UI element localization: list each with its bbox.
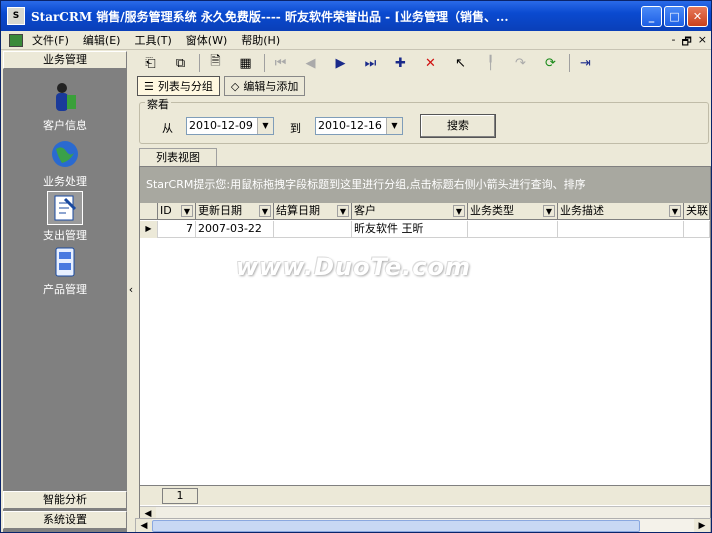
maximize-button[interactable]: □ <box>664 6 685 27</box>
customer-person-icon <box>48 81 82 115</box>
mdi-minimize-button[interactable]: - <box>671 33 675 52</box>
app-window: S StarCRM 销售/服务管理系统 永久免费版---- 昕友软件荣誉出品 -… <box>0 0 712 533</box>
report-icon[interactable]: 🗎 <box>204 52 227 74</box>
window-horizontal-scrollbar[interactable]: ◀ ▶ <box>135 518 711 532</box>
current-row-indicator-icon: ▶ <box>140 221 158 238</box>
sidebar-section-analytics[interactable]: 智能分析 <box>3 491 127 509</box>
mdi-close-button[interactable]: × <box>698 33 707 52</box>
collapse-arrow-icon[interactable]: ‹ <box>127 283 135 296</box>
toolbar: ⎗ ⧉ 🗎 ▦ ⏮ ◀ ▶ ⏭ ✚ ✕ ↖ ╿ ↷ ⟳ ⇥ <box>135 51 711 75</box>
column-header-related[interactable]: 关联 <box>684 203 710 220</box>
pin-icon[interactable]: ╿ <box>479 52 502 74</box>
search-button[interactable]: 搜索 <box>420 114 496 138</box>
mdi-restore-button[interactable]: 🗗 <box>681 33 691 52</box>
to-label: 到 <box>290 122 301 135</box>
cell-id[interactable]: 7 <box>158 221 196 238</box>
group-by-panel[interactable]: StarCRM提示您:用鼠标拖拽字段标题到这里进行分组,点击标题右侧小箭头进行查… <box>140 167 710 203</box>
globe-icon <box>48 137 82 171</box>
grid-footer: 1 <box>140 485 710 505</box>
exit-icon[interactable]: ⇥ <box>574 52 597 74</box>
sidebar-item-label: 产品管理 <box>43 283 87 296</box>
cell-customer[interactable]: 昕友软件 王昕 <box>352 221 468 238</box>
list-icon: ☰ <box>144 79 154 93</box>
row-count: 1 <box>162 488 198 504</box>
first-record-icon[interactable]: ⏮ <box>269 52 292 74</box>
tab-list-group[interactable]: ☰ 列表与分组 <box>137 76 220 96</box>
close-button[interactable]: ✕ <box>687 6 708 27</box>
menu-edit[interactable]: 编辑(E) <box>76 32 128 48</box>
row-indicator-header <box>140 203 158 220</box>
sidebar-splitter[interactable]: ‹ <box>127 51 135 532</box>
sidebar-item-label: 客户信息 <box>43 119 87 132</box>
minimize-button[interactable]: _ <box>641 6 662 27</box>
undo-icon[interactable]: ↷ <box>509 52 532 74</box>
pointer-icon[interactable]: ↖ <box>449 52 472 74</box>
document-icon[interactable] <box>9 33 23 47</box>
tab-list-view[interactable]: 列表视图 <box>139 148 217 166</box>
cell-business-type[interactable] <box>468 221 558 238</box>
watermark-text: www.DuoTe.com <box>236 253 471 281</box>
column-header-settle-date[interactable]: 结算日期 ▼ <box>274 203 352 220</box>
sidebar-item-expense[interactable]: 支出管理 <box>3 191 127 243</box>
product-cabinet-icon <box>48 245 82 279</box>
data-grid: StarCRM提示您:用鼠标拖拽字段标题到这里进行分组,点击标题右侧小箭头进行查… <box>139 166 711 532</box>
to-date-picker[interactable]: 2010-12-16 ▼ <box>315 117 403 135</box>
column-header-business-desc[interactable]: 业务描述 ▼ <box>558 203 684 220</box>
filter-legend: 察看 <box>145 96 171 112</box>
menu-file[interactable]: 文件(F) <box>25 32 76 48</box>
next-record-icon[interactable]: ▶ <box>329 52 352 74</box>
view-tabs: ☰ 列表与分组 ◇ 编辑与添加 <box>135 76 306 98</box>
column-header-id[interactable]: ID ▼ <box>158 203 196 220</box>
sidebar-item-label: 业务处理 <box>43 175 87 188</box>
sidebar-item-products[interactable]: 产品管理 <box>3 245 127 297</box>
cell-update-date[interactable]: 2007-03-22 <box>196 221 274 238</box>
window-title: StarCRM 销售/服务管理系统 永久免费版---- 昕友软件荣誉出品 - [… <box>31 9 509 24</box>
sidebar-item-business[interactable]: 业务处理 <box>3 137 127 189</box>
from-date-picker[interactable]: 2010-12-09 ▼ <box>186 117 274 135</box>
cell-business-desc[interactable] <box>558 221 684 238</box>
import-icon[interactable]: ⎗ <box>139 52 162 74</box>
chevron-down-icon[interactable]: ▼ <box>386 118 402 134</box>
menu-window[interactable]: 窗体(W) <box>179 32 234 48</box>
sidebar-section-settings[interactable]: 系统设置 <box>3 511 127 529</box>
menu-bar: 文件(F) 编辑(E) 工具(T) 窗体(W) 帮助(H) - 🗗 × <box>1 31 711 50</box>
export-icon[interactable]: ⧉ <box>169 52 192 74</box>
cell-settle-date[interactable] <box>274 221 352 238</box>
refresh-icon[interactable]: ⟳ <box>539 52 562 74</box>
table-row[interactable]: ▶ 7 2007-03-22 昕友软件 王昕 <box>140 221 710 238</box>
filter-group: 察看 从 2010-12-09 ▼ 到 2010-12-16 ▼ 搜索 <box>139 96 709 144</box>
expense-document-icon <box>47 191 83 225</box>
delete-record-icon[interactable]: ✕ <box>419 52 442 74</box>
column-header-update-date[interactable]: 更新日期 ▼ <box>196 203 274 220</box>
scroll-left-icon[interactable]: ◀ <box>136 519 152 532</box>
scroll-right-icon[interactable]: ▶ <box>694 519 710 532</box>
menu-tools[interactable]: 工具(T) <box>127 32 178 48</box>
sidebar: 业务管理 客户信息 业务处理 支出管理 产品管理 智能分析 系统设置 <box>3 51 127 532</box>
sidebar-item-label: 支出管理 <box>43 229 87 242</box>
from-label: 从 <box>162 122 173 135</box>
sidebar-header[interactable]: 业务管理 <box>3 51 127 69</box>
column-header-business-type[interactable]: 业务类型 ▼ <box>468 203 558 220</box>
eraser-icon: ◇ <box>230 79 240 93</box>
menu-help[interactable]: 帮助(H) <box>234 32 287 48</box>
scrollbar-thumb[interactable] <box>152 520 640 532</box>
grid-header-row: ID ▼ 更新日期 ▼ 结算日期 ▼ 客户 ▼ 业务类型 ▼ 业务描述 ▼ 关联 <box>140 203 710 220</box>
grid-icon[interactable]: ▦ <box>234 52 257 74</box>
prev-record-icon[interactable]: ◀ <box>299 52 322 74</box>
app-icon: S <box>7 7 25 25</box>
add-record-icon[interactable]: ✚ <box>389 52 412 74</box>
sidebar-item-customers[interactable]: 客户信息 <box>3 81 127 133</box>
chevron-down-icon[interactable]: ▼ <box>257 118 273 134</box>
cell-related[interactable] <box>684 221 710 238</box>
column-header-customer[interactable]: 客户 ▼ <box>352 203 468 220</box>
main-panel: ⎗ ⧉ 🗎 ▦ ⏮ ◀ ▶ ⏭ ✚ ✕ ↖ ╿ ↷ ⟳ ⇥ ☰ 列表与分组 ◇ … <box>135 51 711 532</box>
title-bar[interactable]: S StarCRM 销售/服务管理系统 永久免费版---- 昕友软件荣誉出品 -… <box>1 1 711 31</box>
tab-edit-add[interactable]: ◇ 编辑与添加 <box>223 76 306 96</box>
last-record-icon[interactable]: ⏭ <box>359 52 382 74</box>
